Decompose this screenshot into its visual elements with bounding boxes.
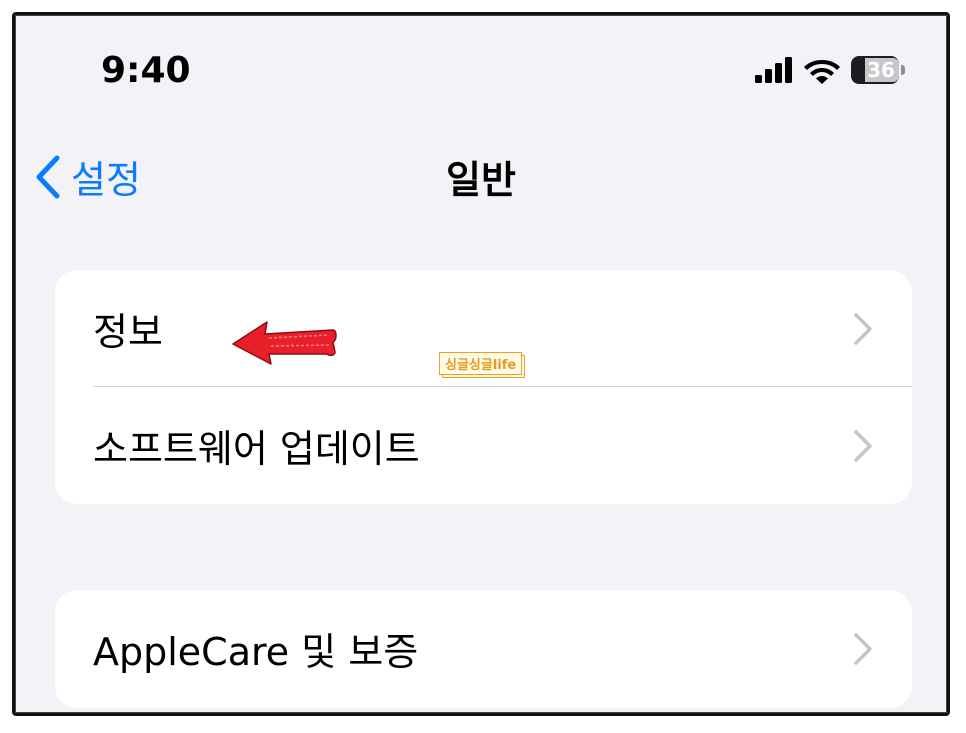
status-time: 9:40 xyxy=(101,50,191,91)
settings-group-1: 정보 소프트웨어 업데이트 xyxy=(55,270,912,504)
status-bar: 9:40 36 xyxy=(15,15,947,125)
navigation-bar: 설정 일반 xyxy=(15,135,947,215)
red-arrow-icon xyxy=(232,321,337,365)
settings-group-2: AppleCare 및 보증 xyxy=(55,590,912,708)
row-label: 정보 xyxy=(93,310,163,354)
row-label: 소프트웨어 업데이트 xyxy=(93,427,420,471)
cellular-signal-icon xyxy=(755,57,792,83)
watermark: 싱글싱글life xyxy=(439,352,523,375)
chevron-right-icon xyxy=(854,632,872,665)
settings-row-applecare[interactable]: AppleCare 및 보증 xyxy=(55,590,912,707)
chevron-right-icon xyxy=(854,312,872,345)
settings-row-software-update[interactable]: 소프트웨어 업데이트 xyxy=(55,387,912,504)
status-icons: 36 xyxy=(755,53,905,87)
battery-level: 36 xyxy=(865,58,899,82)
page-title: 일반 xyxy=(446,158,516,202)
battery-tip xyxy=(901,65,905,75)
phone-screen: 9:40 36 설정 일반 정보 소프트웨어 업데이트 AppleCare 및 … xyxy=(12,12,950,716)
chevron-right-icon xyxy=(854,429,872,462)
battery-icon: 36 xyxy=(851,56,899,84)
row-label: AppleCare 및 보증 xyxy=(93,630,419,674)
wifi-icon xyxy=(804,60,840,84)
